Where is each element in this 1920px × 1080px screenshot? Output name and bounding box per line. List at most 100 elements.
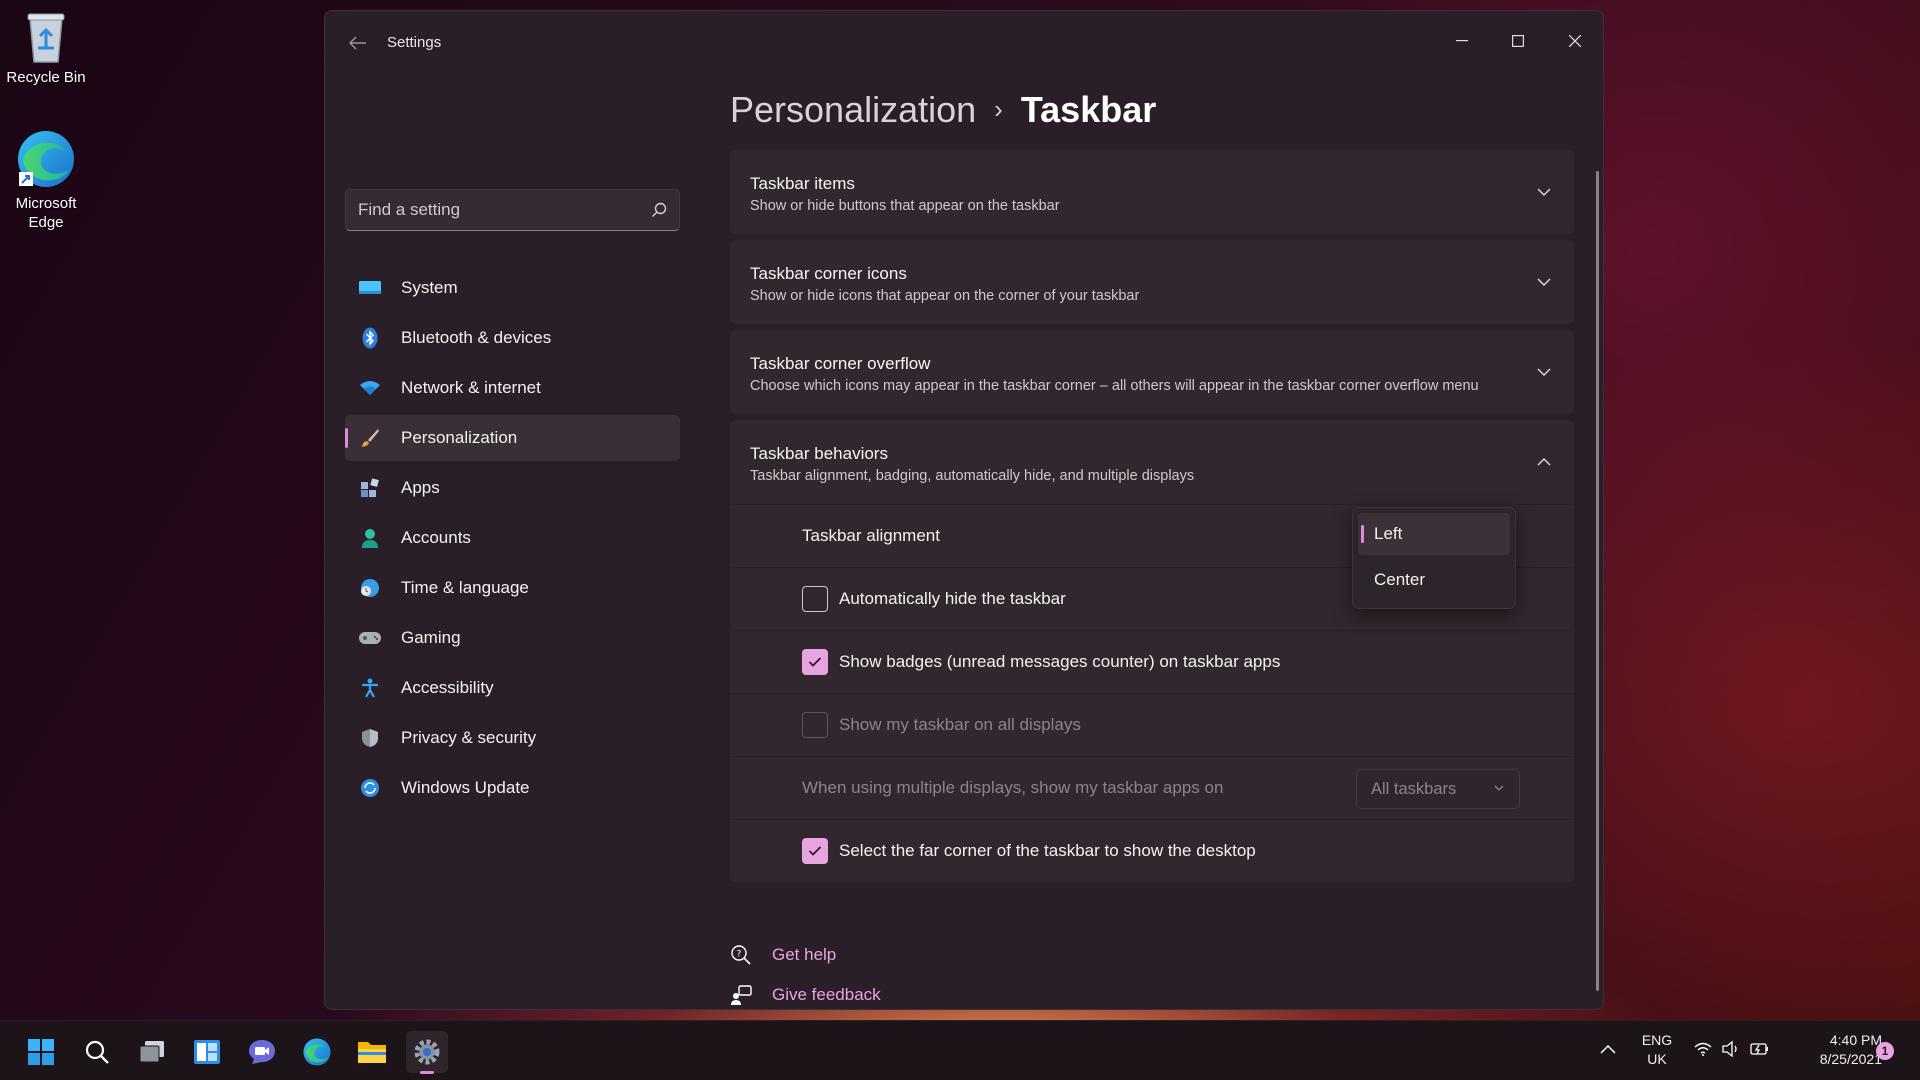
card-header[interactable]: Taskbar behaviors Taskbar alignment, bad… bbox=[730, 420, 1574, 504]
all-displays-label: Show my taskbar on all displays bbox=[839, 715, 1081, 734]
chevron-down-icon[interactable] bbox=[1536, 274, 1552, 290]
page-title: Taskbar bbox=[1020, 89, 1157, 130]
search-input[interactable] bbox=[358, 200, 651, 220]
wifi-icon bbox=[359, 377, 381, 399]
maximize-icon bbox=[1512, 35, 1524, 47]
card-subtitle: Show or hide buttons that appear on the … bbox=[750, 198, 1060, 214]
tray-overflow-button[interactable] bbox=[1600, 1041, 1616, 1059]
card-taskbar-items[interactable]: Taskbar items Show or hide buttons that … bbox=[730, 150, 1574, 234]
close-button[interactable] bbox=[1552, 25, 1598, 57]
sidebar-item-personalization[interactable]: Personalization bbox=[345, 415, 680, 461]
get-help-link[interactable]: ? Get help bbox=[730, 935, 881, 975]
taskbar: ENG UK 4:40 PM 8/25/2021 1 bbox=[0, 1020, 1920, 1080]
sidebar-item-label: Privacy & security bbox=[401, 728, 537, 747]
sidebar-item-label: Accounts bbox=[401, 528, 471, 547]
bluetooth-icon bbox=[359, 327, 381, 349]
auto-hide-label[interactable]: Automatically hide the taskbar bbox=[839, 589, 1066, 609]
wifi-icon bbox=[1694, 1042, 1712, 1056]
back-button[interactable] bbox=[343, 33, 373, 57]
search-icon bbox=[85, 1040, 109, 1064]
far-corner-checkbox[interactable] bbox=[802, 838, 828, 864]
chevron-up-icon[interactable] bbox=[1536, 454, 1552, 470]
alignment-option-center[interactable]: Center bbox=[1358, 559, 1510, 601]
badges-label[interactable]: Show badges (unread messages counter) on… bbox=[839, 652, 1280, 672]
get-help-label[interactable]: Get help bbox=[772, 945, 836, 965]
sidebar-item-label: Gaming bbox=[401, 628, 461, 647]
back-arrow-icon bbox=[348, 36, 366, 50]
taskbar-alignment-dropdown: Left Center bbox=[1352, 507, 1516, 609]
help-icon: ? bbox=[731, 945, 751, 965]
sidebar-item-time-language[interactable]: Time & language bbox=[345, 565, 680, 611]
desktop-icon-recycle-bin[interactable]: Recycle Bin bbox=[0, 8, 92, 87]
sidebar-item-bluetooth[interactable]: Bluetooth & devices bbox=[345, 315, 680, 361]
breadcrumb-parent[interactable]: Personalization bbox=[730, 89, 976, 130]
start-button[interactable] bbox=[20, 1031, 62, 1073]
language-indicator[interactable]: ENG UK bbox=[1640, 1031, 1674, 1069]
widgets-icon bbox=[194, 1040, 220, 1064]
multi-display-select: All taskbars bbox=[1356, 769, 1520, 809]
apps-icon bbox=[359, 477, 381, 499]
auto-hide-checkbox[interactable] bbox=[802, 586, 828, 612]
chat-button[interactable] bbox=[241, 1031, 283, 1073]
give-feedback-link[interactable]: Give feedback bbox=[730, 975, 881, 1009]
sidebar-item-accessibility[interactable]: Accessibility bbox=[345, 665, 680, 711]
chat-icon bbox=[249, 1040, 275, 1064]
sidebar-item-privacy-security[interactable]: Privacy & security bbox=[345, 715, 680, 761]
chevron-down-icon[interactable] bbox=[1536, 364, 1552, 380]
keyboard-region: UK bbox=[1647, 1051, 1667, 1067]
widgets-button[interactable] bbox=[186, 1031, 228, 1073]
sidebar-item-label: System bbox=[401, 278, 458, 297]
sidebar-item-system[interactable]: System bbox=[345, 265, 680, 311]
file-explorer-button[interactable] bbox=[351, 1031, 393, 1073]
account-icon bbox=[359, 527, 381, 549]
gamepad-icon bbox=[359, 627, 381, 649]
task-view-button[interactable] bbox=[131, 1031, 173, 1073]
minimize-button[interactable] bbox=[1439, 25, 1485, 57]
card-subtitle: Choose which icons may appear in the tas… bbox=[750, 378, 1479, 394]
clock[interactable]: 4:40 PM 8/25/2021 bbox=[1786, 1031, 1882, 1069]
task-view-icon bbox=[139, 1041, 164, 1063]
system-icon bbox=[359, 277, 381, 299]
settings-icon bbox=[414, 1039, 440, 1065]
card-taskbar-corner-icons[interactable]: Taskbar corner icons Show or hide icons … bbox=[730, 240, 1574, 324]
far-corner-label[interactable]: Select the far corner of the taskbar to … bbox=[839, 841, 1256, 861]
maximize-button[interactable] bbox=[1495, 25, 1541, 57]
card-title: Taskbar items bbox=[750, 174, 855, 193]
give-feedback-label[interactable]: Give feedback bbox=[772, 985, 881, 1005]
chevron-down-icon[interactable] bbox=[1536, 184, 1552, 200]
recycle-bin-icon bbox=[27, 13, 65, 63]
minimize-icon bbox=[1456, 40, 1468, 42]
sidebar-item-label: Bluetooth & devices bbox=[401, 328, 552, 347]
all-displays-checkbox bbox=[802, 712, 828, 738]
sidebar-item-windows-update[interactable]: Windows Update bbox=[345, 765, 680, 811]
alignment-option-left[interactable]: Left bbox=[1358, 513, 1510, 555]
sidebar-item-apps[interactable]: Apps bbox=[345, 465, 680, 511]
chevron-down-icon bbox=[1494, 785, 1504, 791]
sidebar-item-gaming[interactable]: Gaming bbox=[345, 615, 680, 661]
search-box[interactable] bbox=[345, 189, 680, 231]
notification-badge[interactable]: 1 bbox=[1876, 1042, 1894, 1060]
card-subtitle: Taskbar alignment, badging, automaticall… bbox=[750, 468, 1195, 484]
card-taskbar-behaviors: Taskbar behaviors Taskbar alignment, bad… bbox=[730, 420, 1574, 882]
scrollbar[interactable] bbox=[1596, 171, 1599, 991]
quick-settings-button[interactable] bbox=[1694, 1041, 1770, 1057]
taskbar-edge-button[interactable] bbox=[296, 1031, 338, 1073]
badges-checkbox[interactable] bbox=[802, 649, 828, 675]
shield-icon bbox=[359, 727, 381, 749]
svg-text:?: ? bbox=[737, 950, 742, 960]
search-icon[interactable] bbox=[651, 202, 667, 218]
card-title: Taskbar corner overflow bbox=[750, 354, 931, 373]
row-far-corner: Select the far corner of the taskbar to … bbox=[730, 819, 1574, 882]
taskbar-settings-button[interactable] bbox=[406, 1031, 448, 1074]
sidebar-item-network[interactable]: Network & internet bbox=[345, 365, 680, 411]
desktop-icon-label: Microsoft Edge bbox=[15, 195, 77, 231]
row-multi-display: When using multiple displays, show my ta… bbox=[730, 756, 1574, 819]
card-taskbar-corner-overflow[interactable]: Taskbar corner overflow Choose which ico… bbox=[730, 330, 1574, 414]
check-icon bbox=[808, 846, 822, 856]
sidebar-item-accounts[interactable]: Accounts bbox=[345, 515, 680, 561]
taskbar-search-button[interactable] bbox=[76, 1031, 118, 1073]
sidebar-item-label: Windows Update bbox=[401, 778, 530, 797]
language-code: ENG bbox=[1641, 1032, 1673, 1048]
desktop-icon-edge[interactable]: Microsoft Edge bbox=[0, 128, 92, 232]
multi-display-value: All taskbars bbox=[1371, 779, 1457, 798]
